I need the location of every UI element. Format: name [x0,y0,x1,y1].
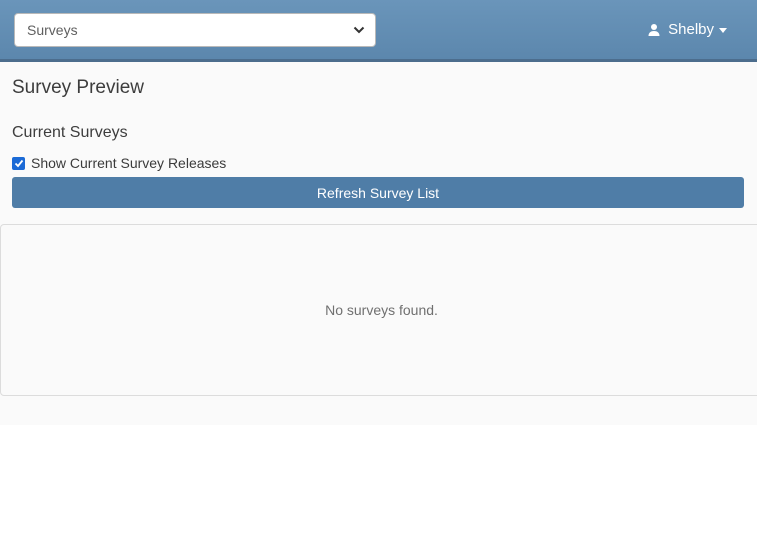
page-title: Survey Preview [12,76,745,99]
empty-message: No surveys found. [325,302,438,318]
survey-list-panel: No surveys found. [0,224,757,396]
checkbox-checked-icon[interactable] [12,157,25,170]
person-icon [647,23,661,37]
top-nav: Surveys Shelby [0,0,757,62]
nav-select-wrap: Surveys [14,13,376,47]
user-menu[interactable]: Shelby [647,21,727,38]
page-content: Survey Preview Current Surveys Show Curr… [0,62,757,425]
user-name: Shelby [668,21,714,38]
section-title-current-surveys: Current Surveys [12,123,745,142]
show-current-survey-releases-checkbox-row[interactable]: Show Current Survey Releases [12,155,745,171]
nav-select[interactable]: Surveys [14,13,376,47]
refresh-survey-list-button[interactable]: Refresh Survey List [12,177,744,208]
caret-down-icon [719,28,727,33]
checkbox-label: Show Current Survey Releases [31,155,226,171]
